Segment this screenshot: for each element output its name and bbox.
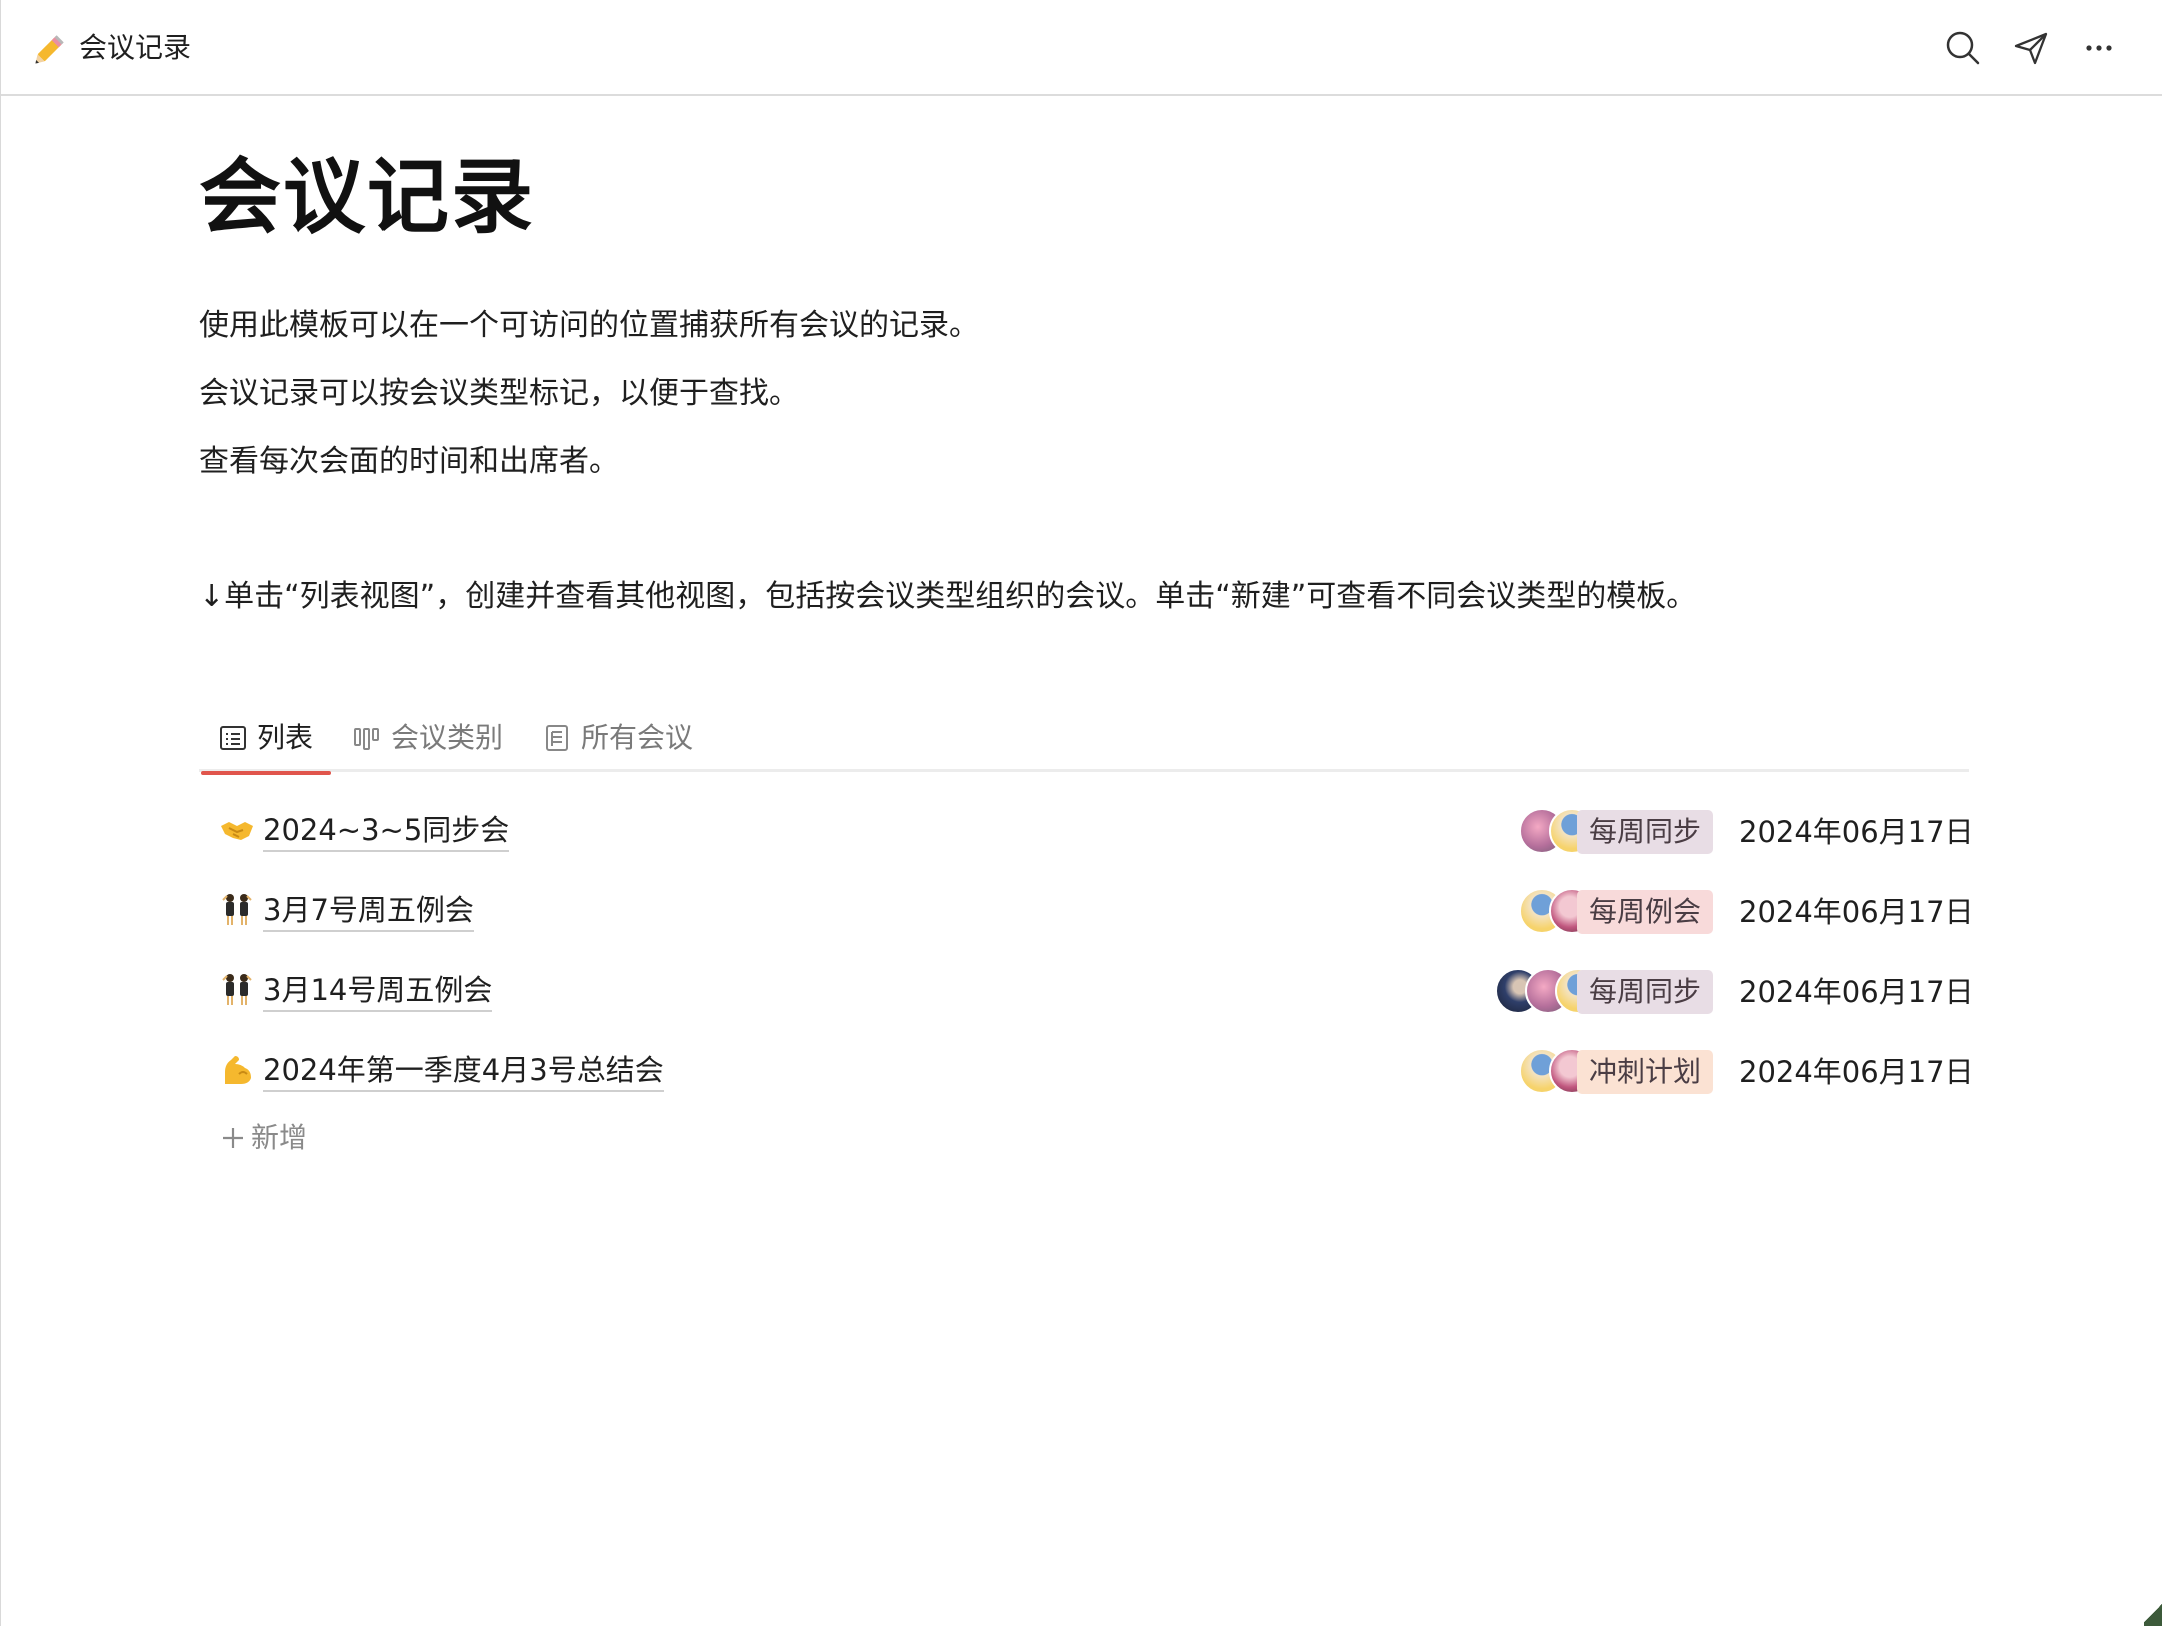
document-title: 会议记录 bbox=[79, 31, 192, 64]
tab-label: 所有会议 bbox=[581, 721, 694, 754]
app-window: 会议记录 会议记录 使用此模板可以在一个可访问的位置捕获所有会议的记录。 会议记… bbox=[0, 0, 2162, 1626]
meeting-date: 2024年06月17日 bbox=[1739, 815, 1974, 849]
view-tabs: 列表 会议类别 所有会议 bbox=[199, 710, 1969, 775]
table-view-icon bbox=[546, 725, 568, 751]
description-paragraph: 会议记录可以按会议类型标记，以便于查找。 bbox=[199, 376, 799, 411]
add-new-label: 新增 bbox=[251, 1121, 308, 1154]
list-item[interactable]: 2024年第一季度4月3号总结会 冲刺计划 2024年06月17日 bbox=[199, 1040, 1974, 1100]
meeting-title[interactable]: 3月7号周五例会 bbox=[263, 890, 474, 932]
meeting-date: 2024年06月17日 bbox=[1739, 975, 1974, 1009]
send-icon bbox=[2014, 32, 2048, 65]
pencil-icon bbox=[35, 35, 64, 64]
handshake-icon bbox=[221, 822, 253, 840]
tab-meeting-category[interactable]: 会议类别 bbox=[353, 718, 503, 772]
list-view-icon bbox=[220, 726, 246, 750]
meeting-title[interactable]: 3月14号周五例会 bbox=[263, 970, 493, 1012]
list-item[interactable]: 3月7号周五例会 每周例会 2024年06月17日 bbox=[199, 880, 1974, 940]
tab-label: 会议类别 bbox=[391, 721, 504, 754]
more-icon bbox=[2086, 45, 2112, 51]
flexed-biceps-icon bbox=[225, 1056, 251, 1084]
meeting-date: 2024年06月17日 bbox=[1739, 895, 1974, 929]
tab-list-view[interactable]: 列表 bbox=[200, 718, 332, 775]
meeting-type-tag: 每周例会 bbox=[1577, 890, 1713, 934]
meeting-title[interactable]: 2024年第一季度4月3号总结会 bbox=[263, 1050, 664, 1092]
page-title: 会议记录 bbox=[199, 150, 536, 245]
tab-all-meetings[interactable]: 所有会议 bbox=[543, 718, 693, 772]
search-icon bbox=[1946, 31, 1980, 65]
meeting-type-tag: 冲刺计划 bbox=[1577, 1050, 1713, 1094]
instruction-paragraph: ↓单击“列表视图”，创建并查看其他视图，包括按会议类型组织的会议。单击“新建”可… bbox=[199, 579, 1697, 614]
meeting-type-tag: 每周同步 bbox=[1577, 810, 1713, 854]
board-view-icon bbox=[354, 728, 379, 750]
tab-label: 列表 bbox=[257, 721, 314, 754]
plus-icon bbox=[223, 1128, 243, 1148]
description-paragraph: 使用此模板可以在一个可访问的位置捕获所有会议的记录。 bbox=[199, 308, 979, 343]
dancers-icon bbox=[222, 974, 252, 1005]
more-options-button[interactable] bbox=[2077, 26, 2121, 70]
dancers-icon bbox=[222, 894, 252, 925]
top-bar: 会议记录 bbox=[1, 0, 2162, 96]
search-button[interactable] bbox=[1941, 26, 1985, 70]
list-item[interactable]: 3月14号周五例会 每周同步 2024年06月17日 bbox=[199, 960, 1974, 1020]
meeting-title[interactable]: 2024~3~5同步会 bbox=[263, 810, 510, 852]
description-paragraph: 查看每次会面的时间和出席者。 bbox=[199, 444, 619, 479]
window-corner bbox=[2144, 1600, 2162, 1626]
list-item[interactable]: 2024~3~5同步会 每周同步 2024年06月17日 bbox=[199, 800, 1974, 860]
meeting-date: 2024年06月17日 bbox=[1739, 1055, 1974, 1089]
add-new-button[interactable]: 新增 bbox=[221, 1118, 307, 1158]
meeting-type-tag: 每周同步 bbox=[1577, 970, 1713, 1014]
share-button[interactable] bbox=[2009, 26, 2053, 70]
